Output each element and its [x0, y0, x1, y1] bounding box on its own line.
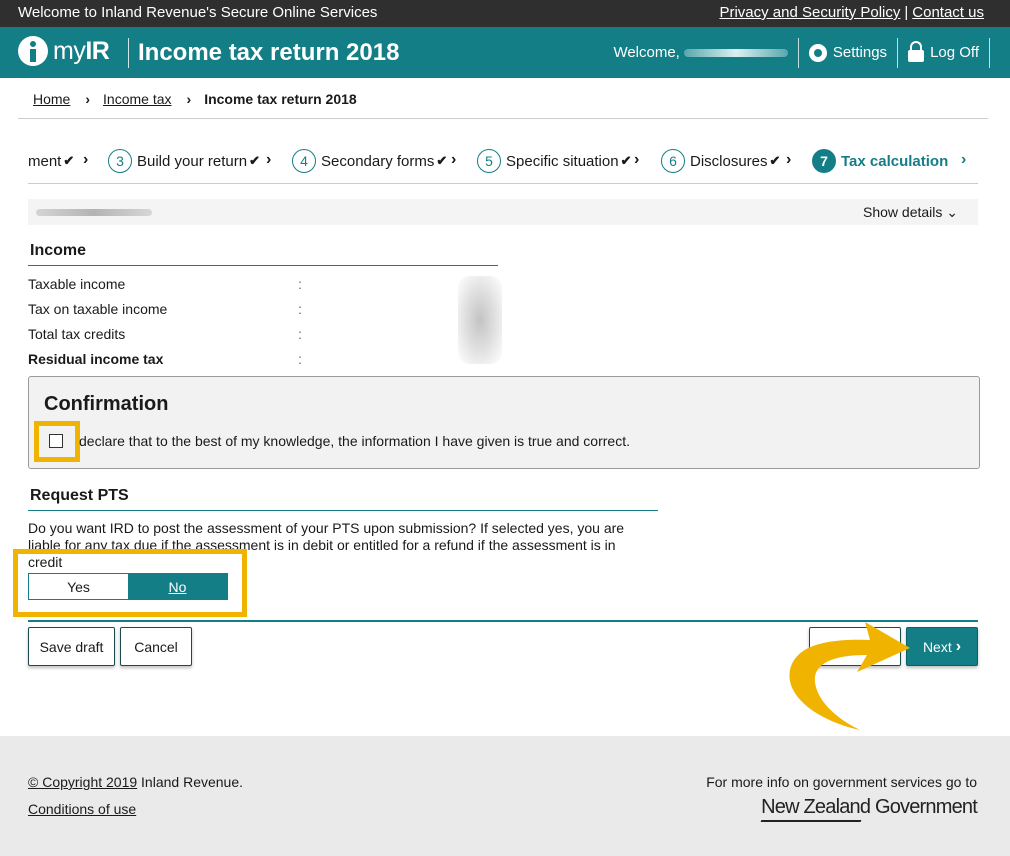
chevron-right-icon: ›	[85, 91, 91, 107]
gov-info-text: For more info on government services go …	[706, 774, 977, 790]
myir-logo[interactable]: myIR	[18, 36, 110, 66]
redacted-account-name	[36, 209, 152, 216]
chevron-right-icon[interactable]: ›	[961, 151, 966, 169]
page-title: Income tax return 2018	[138, 39, 400, 66]
show-details-toggle[interactable]: Show details ⌄	[863, 204, 958, 221]
divider	[28, 265, 498, 266]
check-icon: ✔	[249, 153, 260, 168]
account-details-bar: Show details ⌄	[28, 199, 978, 225]
welcome-message: Welcome to Inland Revenue's Secure Onlin…	[18, 4, 378, 21]
chevron-right-icon: ›	[955, 637, 962, 655]
breadcrumb: Home › Income tax › Income tax return 20…	[33, 91, 357, 107]
step-build-your-return[interactable]: 3 Build your return ✔	[108, 148, 260, 174]
chevron-right-icon: ›	[266, 151, 272, 168]
nz-government-logo[interactable]: New Zealand Government	[760, 796, 978, 822]
breadcrumb-current: Income tax return 2018	[204, 91, 357, 107]
confirmation-panel: Confirmation declare that to the best of…	[28, 376, 980, 469]
step-disclosures[interactable]: 6 Disclosures ✔	[661, 148, 780, 174]
welcome-user: Welcome,	[603, 37, 799, 68]
redacted-username	[683, 48, 788, 57]
check-icon: ✔	[63, 153, 75, 168]
income-row: Tax on taxable income:	[28, 301, 302, 317]
header-divider	[128, 38, 129, 68]
top-links: Privacy and Security Policy | Contact us	[719, 4, 984, 21]
step-partial[interactable]: ment ✔	[28, 148, 74, 174]
check-icon: ✔	[436, 153, 448, 168]
progress-steps: ment ✔ › 3 Build your return ✔ › 4 Secondary…	[28, 148, 988, 174]
pts-yes-no-toggle: Yes No	[28, 573, 228, 600]
income-row: Taxable income:	[28, 276, 302, 292]
chevron-right-icon: ›	[451, 151, 457, 168]
pointer-arrow-icon	[789, 622, 910, 730]
chevron-right-icon: ›	[634, 151, 640, 168]
breadcrumb-home[interactable]: Home	[33, 91, 70, 107]
confirmation-heading: Confirmation	[44, 393, 169, 415]
divider	[18, 118, 988, 119]
top-utility-bar: Welcome to Inland Revenue's Secure Onlin…	[0, 0, 1010, 27]
step-secondary-forms[interactable]: 4 Secondary forms ✔	[292, 148, 447, 174]
chevron-right-icon: ›	[186, 91, 192, 107]
step-tax-calculation[interactable]: 7 Tax calculation	[812, 148, 948, 174]
breadcrumb-income-tax[interactable]: Income tax	[103, 91, 171, 107]
contact-us-link[interactable]: Contact us	[912, 4, 984, 21]
header-user-menu: Welcome, Settings Log Off	[603, 27, 990, 78]
income-row: Total tax credits:	[28, 326, 302, 342]
copyright-link[interactable]: © Copyright 2019	[28, 774, 137, 790]
gear-icon	[808, 43, 827, 62]
chevron-right-icon: ›	[83, 151, 89, 168]
divider	[28, 510, 658, 511]
redacted-income-values	[458, 276, 502, 364]
info-i-logo-icon	[18, 36, 48, 66]
pts-yes-option[interactable]: Yes	[29, 574, 128, 599]
next-button[interactable]: Next ›	[906, 627, 978, 666]
lock-icon	[908, 40, 925, 62]
pts-no-option[interactable]: No	[128, 574, 227, 599]
page-footer: © Copyright 2019 Inland Revenue. Conditi…	[0, 736, 1010, 856]
cancel-button[interactable]: Cancel	[120, 627, 192, 666]
brand-text: myIR	[53, 36, 110, 65]
save-draft-button[interactable]: Save draft	[28, 627, 115, 666]
step-specific-situation[interactable]: 5 Specific situation ✔	[477, 148, 631, 174]
declaration-text: declare that to the best of my knowledge…	[79, 433, 630, 449]
income-row: Residual income tax:	[28, 351, 302, 367]
check-icon: ✔	[620, 153, 632, 168]
copyright: © Copyright 2019 Inland Revenue.	[28, 774, 244, 790]
income-heading: Income	[30, 242, 87, 259]
log-off-button[interactable]: Log Off	[898, 37, 990, 68]
chevron-right-icon: ›	[786, 151, 792, 168]
check-icon: ✔	[769, 153, 781, 168]
request-pts-heading: Request PTS	[30, 487, 129, 504]
settings-button[interactable]: Settings	[799, 37, 899, 68]
app-header: myIR Income tax return 2018 Welcome, Set…	[0, 27, 1010, 78]
divider	[28, 183, 978, 184]
declaration-checkbox[interactable]	[49, 434, 63, 448]
link-separator: |	[904, 4, 909, 21]
conditions-of-use-link[interactable]: Conditions of use	[28, 801, 136, 817]
privacy-policy-link[interactable]: Privacy and Security Policy	[719, 4, 900, 21]
